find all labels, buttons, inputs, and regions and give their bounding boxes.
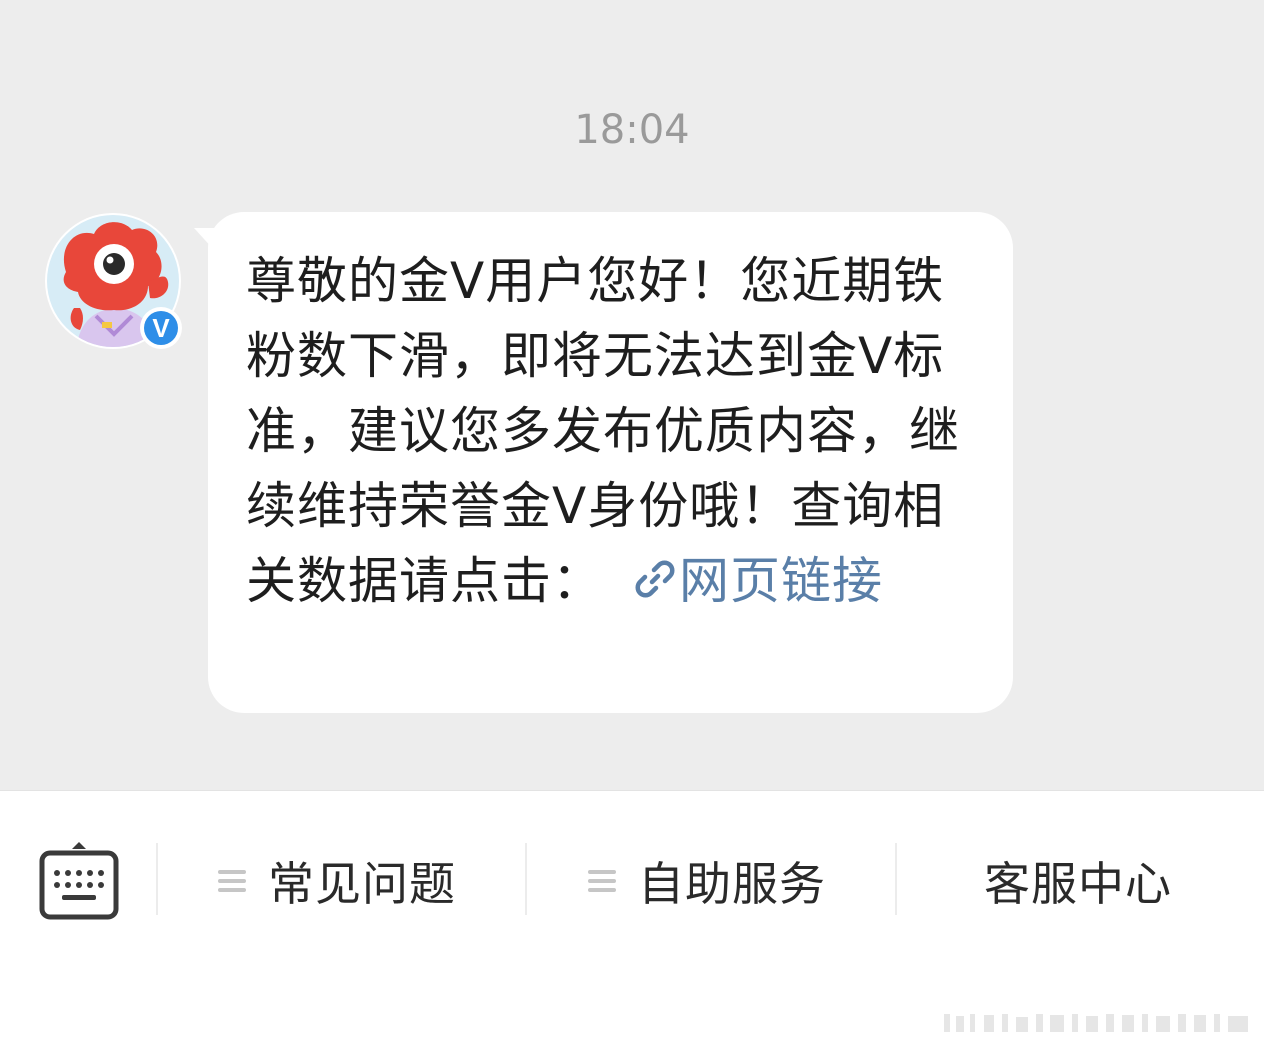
web-link[interactable]: 网页链接	[603, 552, 883, 610]
avatar[interactable]: V	[44, 212, 182, 350]
menu-divider	[525, 843, 527, 915]
menu-item-customer-service[interactable]: 客服中心	[984, 849, 1172, 913]
message-bubble: 尊敬的金V用户您好！您近期铁粉数下滑，即将无法达到金V标准，建议您多发布优质内容…	[208, 212, 1013, 713]
keyboard-toggle-button[interactable]	[38, 839, 120, 923]
menu-divider	[156, 843, 158, 915]
menu-item-self-service[interactable]: 自助服务	[588, 849, 826, 913]
menu-lines-icon	[218, 865, 246, 897]
menu-item-faq-label: 常见问题	[268, 857, 456, 911]
menu-divider	[895, 843, 897, 915]
keyboard-icon	[39, 842, 119, 920]
web-link-label: 网页链接	[679, 552, 883, 610]
verified-badge: V	[152, 313, 170, 343]
menu-lines-icon	[588, 865, 616, 897]
message-text: 尊敬的金V用户您好！您近期铁粉数下滑，即将无法达到金V标准，建议您多发布优质内容…	[246, 244, 986, 622]
menu-item-self-service-label: 自助服务	[638, 857, 826, 911]
message-timestamp: 18:04	[574, 107, 690, 153]
menu-item-customer-service-label: 客服中心	[984, 857, 1172, 911]
link-icon	[633, 547, 677, 622]
menu-item-faq[interactable]: 常见问题	[218, 849, 456, 913]
chat-area: 18:04 V 尊敬的金V用户您好！您近期铁粉数下滑，即将无法达到金V标准，建议…	[0, 0, 1264, 790]
bottom-menu-bar: 常见问题 自助服务 客服中心	[0, 790, 1264, 1046]
watermark-logo	[944, 1014, 1248, 1032]
